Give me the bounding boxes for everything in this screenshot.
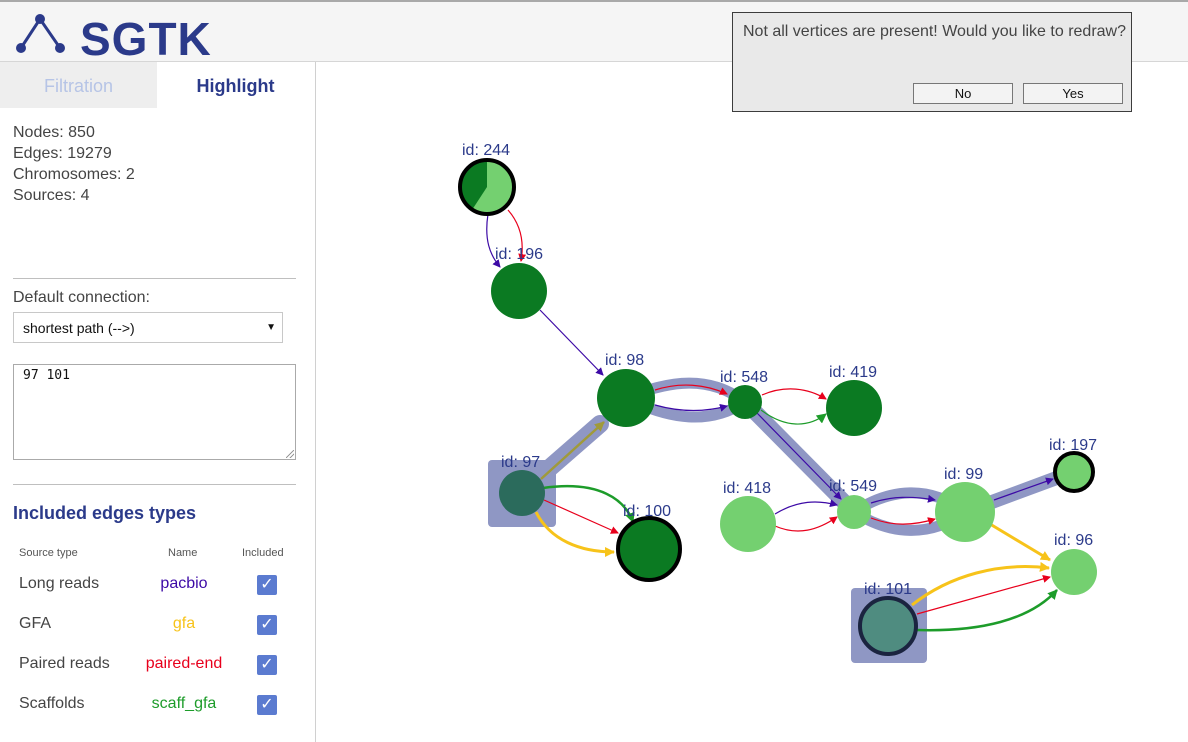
node-548[interactable] (728, 385, 762, 419)
node-label: id: 418 (723, 480, 771, 497)
edge-source-type: Paired reads (19, 655, 110, 672)
divider (13, 278, 296, 279)
vertices-input-value: 97 101 (23, 368, 70, 383)
graph-logo-icon (16, 14, 65, 53)
node-label: id: 548 (720, 369, 768, 386)
app-title: SGTK (80, 13, 212, 65)
edge-type-row: Paired reads paired-end ✓ (0, 650, 315, 680)
node-101[interactable] (858, 596, 918, 656)
tab-filtration[interactable]: Filtration (0, 62, 157, 108)
node-549[interactable] (837, 495, 871, 529)
edge-pacbio (774, 499, 838, 515)
default-connection-value: shortest path (-->) (23, 320, 135, 336)
node-label: id: 196 (495, 246, 543, 263)
edge-type-name: scaff_gfa (151, 695, 217, 712)
header-included: Included (242, 547, 284, 559)
include-checkbox-gfa[interactable]: ✓ (257, 615, 277, 635)
stat-nodes: Nodes: 850 (13, 124, 95, 141)
edge-source-type: Long reads (19, 575, 100, 592)
graph-stats: Nodes: 850 Edges: 19279 Chromosomes: 2 S… (13, 122, 135, 206)
redraw-dialog: Not all vertices are present! Would you … (732, 12, 1132, 112)
yes-button[interactable]: Yes (1023, 83, 1123, 104)
node-96[interactable] (1051, 549, 1097, 595)
node-419[interactable] (826, 380, 882, 436)
header-name: Name (168, 547, 198, 559)
resize-grip-icon[interactable] (286, 450, 294, 458)
node-label: id: 197 (1049, 437, 1097, 454)
node-label: id: 97 (501, 454, 540, 471)
node-label: id: 98 (605, 352, 644, 369)
edge-type-row: Long reads pacbio ✓ (0, 570, 315, 600)
include-checkbox-scaff-gfa[interactable]: ✓ (257, 695, 277, 715)
node-label: id: 101 (864, 581, 912, 598)
edge-scaff-gfa (542, 485, 635, 523)
node-196[interactable] (491, 263, 547, 319)
graph-canvas[interactable]: id: 244 id: 196 id: 98 id: 548 id: 419 i… (316, 62, 1188, 742)
edge-gfa (989, 522, 1051, 562)
dialog-message: Not all vertices are present! Would you … (743, 23, 1126, 40)
dropdown-arrow-icon: ▼ (266, 322, 276, 333)
node-label: id: 419 (829, 364, 877, 381)
vertices-input[interactable]: 97 101 (13, 364, 296, 460)
graph-nodes (458, 158, 1097, 656)
stat-sources: Sources: 4 (13, 187, 90, 204)
node-197[interactable] (1053, 451, 1095, 493)
node-99[interactable] (935, 482, 995, 542)
edge-gfa (540, 421, 605, 480)
stat-chromosomes: Chromosomes: 2 (13, 166, 135, 183)
edge-source-type: Scaffolds (19, 695, 85, 712)
node-label: id: 99 (944, 466, 983, 483)
edge-type-name: paired-end (145, 655, 223, 672)
no-button[interactable]: No (913, 83, 1013, 104)
node-98[interactable] (597, 369, 655, 427)
edge-types-title: Included edges types (13, 503, 197, 523)
node-97[interactable] (499, 470, 545, 516)
divider (13, 484, 296, 485)
tab-highlight[interactable]: Highlight (157, 62, 314, 108)
edge-type-name: gfa (172, 615, 196, 632)
node-label: id: 96 (1054, 532, 1093, 549)
node-label: id: 549 (829, 478, 877, 495)
edge-scaff-gfa (915, 589, 1058, 632)
node-100[interactable] (616, 516, 682, 582)
include-checkbox-paired-end[interactable]: ✓ (257, 655, 277, 675)
edge-gfa (911, 561, 1050, 607)
edge-paired-end (916, 575, 1051, 615)
edge-source-type: GFA (19, 615, 52, 632)
edge-type-name: pacbio (160, 575, 208, 592)
edge-type-row: GFA gfa ✓ (0, 610, 315, 640)
edge-pacbio (539, 309, 604, 376)
node-label: id: 100 (623, 503, 671, 520)
edge-paired-end (761, 388, 827, 400)
node-label: id: 244 (462, 142, 510, 159)
node-418[interactable] (720, 496, 776, 552)
stat-edges: Edges: 19279 (13, 145, 112, 162)
default-connection-select[interactable]: shortest path (-->) ▼ (13, 312, 283, 343)
node-244[interactable] (458, 158, 516, 216)
edge-type-row: Scaffolds scaff_gfa ✓ (0, 690, 315, 720)
default-connection-label: Default connection: (13, 289, 150, 306)
include-checkbox-pacbio[interactable]: ✓ (257, 575, 277, 595)
edge-paired-end (774, 516, 838, 532)
header-source-type: Source type (19, 547, 78, 559)
sidebar: Filtration Highlight Nodes: 850 Edges: 1… (0, 62, 316, 742)
